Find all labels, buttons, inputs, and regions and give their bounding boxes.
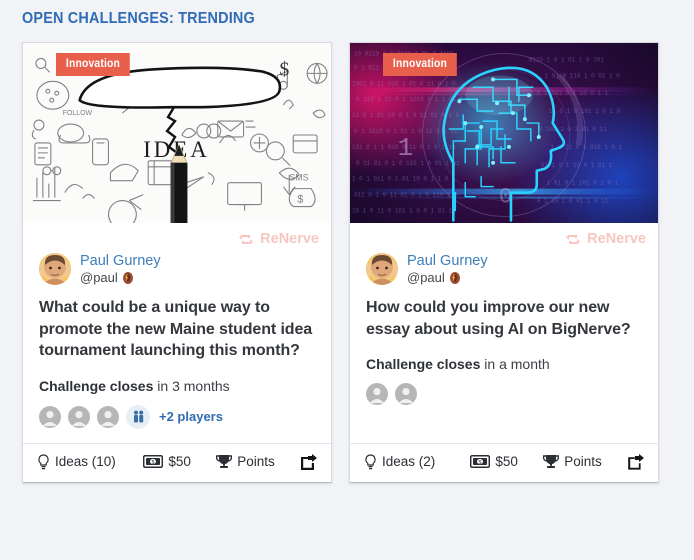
money-bill-icon: $	[470, 455, 491, 469]
author-handle-text: @paul	[407, 270, 445, 286]
money-bill-icon: $	[143, 455, 164, 469]
card-tag[interactable]: Innovation	[56, 53, 130, 76]
challenges-page: OPEN CHALLENGES: TRENDING $ SMS FOLLOW $…	[0, 0, 694, 560]
challenge-card[interactable]: 10 0110 1 0 0101 1 01 0 1101 0 1 011 10 …	[349, 42, 659, 483]
closes-label: Challenge closes	[366, 356, 481, 373]
player-avatar-placeholder[interactable]	[395, 383, 417, 406]
svg-text:$: $	[297, 194, 303, 206]
card-body: What could be a unique way to promote th…	[23, 285, 331, 429]
ideas-label: Ideas (10)	[55, 454, 116, 470]
card-footer: Ideas (10) $ $50 Points	[23, 442, 331, 482]
challenge-title[interactable]: What could be a unique way to promote th…	[39, 297, 315, 361]
author-meta: Paul Gurney @paul	[407, 253, 488, 285]
author-block[interactable]: Paul Gurney @paul	[350, 249, 658, 286]
challenge-closes: Challenge closes in a month	[366, 356, 642, 372]
player-avatar-placeholder[interactable]	[68, 405, 90, 428]
renerve-retweet-icon	[566, 234, 581, 244]
trophy-icon	[543, 455, 560, 469]
money-label: $50	[168, 454, 191, 470]
author-meta: Paul Gurney @paul	[80, 253, 161, 285]
ideas-label: Ideas (2)	[382, 454, 436, 470]
trophy-icon	[216, 455, 233, 469]
svg-text:FOLLOW: FOLLOW	[63, 110, 93, 117]
points-label: Points	[237, 454, 275, 470]
author-name[interactable]: Paul Gurney	[80, 253, 161, 270]
card-hero-image[interactable]: 10 0110 1 0 0101 1 01 0 1101 0 1 011 10 …	[350, 43, 658, 223]
challenge-card[interactable]: $ SMS FOLLOW $ IDEA Innovation ReNerve P…	[22, 42, 332, 483]
share-button[interactable]	[616, 453, 644, 470]
svg-text:$: $	[279, 58, 289, 80]
ideas-stat[interactable]: Ideas (2)	[364, 454, 470, 470]
renerve-retweet-icon	[239, 234, 254, 244]
challenge-title[interactable]: How could you improve our new essay abou…	[366, 297, 642, 340]
points-label: Points	[564, 454, 602, 470]
lightbulb-icon	[365, 454, 376, 470]
svg-text:10 1 0 11 0 101 1 0 0 1 01 10: 10 1 0 11 0 101 1 0 0 1 01 10	[352, 207, 456, 214]
svg-text:1: 1	[398, 133, 414, 163]
player-avatar-placeholder[interactable]	[97, 405, 119, 428]
card-tag[interactable]: Innovation	[383, 53, 457, 76]
card-hero-image[interactable]: $ SMS FOLLOW $ IDEA Innovation	[23, 43, 331, 223]
author-handle-text: @paul	[80, 270, 118, 286]
challenge-card-list: $ SMS FOLLOW $ IDEA Innovation ReNerve P…	[22, 42, 659, 483]
two-people-icon	[133, 410, 143, 423]
more-players-badge[interactable]	[126, 404, 150, 429]
more-players-label[interactable]: +2 players	[159, 409, 223, 424]
closes-value: in a month	[484, 356, 550, 373]
svg-text:$: $	[152, 460, 155, 466]
share-button[interactable]	[289, 453, 317, 470]
player-avatar-placeholder[interactable]	[39, 405, 61, 428]
svg-text:1 01 0 110 1 0 01 1 0: 1 01 0 110 1 0 01 1 0	[545, 72, 620, 79]
brain-emoji	[449, 272, 460, 285]
author-name[interactable]: Paul Gurney	[407, 253, 488, 270]
card-body: How could you improve our new essay abou…	[350, 285, 658, 428]
brain-emoji	[122, 272, 133, 285]
lightbulb-icon	[38, 454, 49, 470]
author-handle: @paul	[80, 270, 161, 285]
svg-text:1 01 0 1 101 0 1 0 1: 1 01 0 1 101 0 1 0 1	[547, 180, 619, 187]
money-stat[interactable]: $ $50	[470, 454, 543, 469]
players-row	[366, 383, 642, 406]
svg-text:1 0 1 011 0 1 01 10 0 1 1 0 1: 1 0 1 011 0 1 01 10 0 1 1 0 1	[352, 176, 456, 183]
renerve-label: ReNerve	[260, 231, 319, 247]
closes-label: Challenge closes	[39, 377, 154, 394]
svg-text:SMS: SMS	[289, 173, 308, 183]
svg-text:01 1 0 1 10 0 1 01 1: 01 1 0 1 10 0 1 01 1	[541, 162, 613, 169]
user-photo-avatar	[39, 253, 71, 286]
share-square-icon	[300, 453, 317, 470]
money-stat[interactable]: $ $50	[143, 454, 216, 469]
renerve-label: ReNerve	[587, 231, 646, 247]
renerve-badge[interactable]: ReNerve	[23, 223, 331, 249]
share-square-icon	[628, 453, 644, 470]
points-stat[interactable]: Points	[216, 454, 289, 469]
svg-text:$: $	[479, 460, 482, 466]
money-label: $50	[495, 454, 518, 470]
author-handle: @paul	[407, 270, 488, 285]
points-stat[interactable]: Points	[543, 454, 616, 469]
player-avatar-placeholder[interactable]	[366, 383, 388, 406]
renerve-badge[interactable]: ReNerve	[350, 223, 658, 249]
author-block[interactable]: Paul Gurney @paul	[23, 249, 331, 286]
user-photo-avatar	[366, 253, 398, 286]
card-footer: Ideas (2) $ $50 Points	[350, 442, 658, 482]
ideas-stat[interactable]: Ideas (10)	[37, 454, 143, 470]
avatar[interactable]	[39, 253, 71, 286]
closes-value: in 3 months	[157, 377, 230, 394]
players-row: +2 players	[39, 404, 315, 429]
avatar[interactable]	[366, 253, 398, 286]
challenge-closes: Challenge closes in 3 months	[39, 378, 315, 394]
page-title: OPEN CHALLENGES: TRENDING	[22, 10, 255, 27]
